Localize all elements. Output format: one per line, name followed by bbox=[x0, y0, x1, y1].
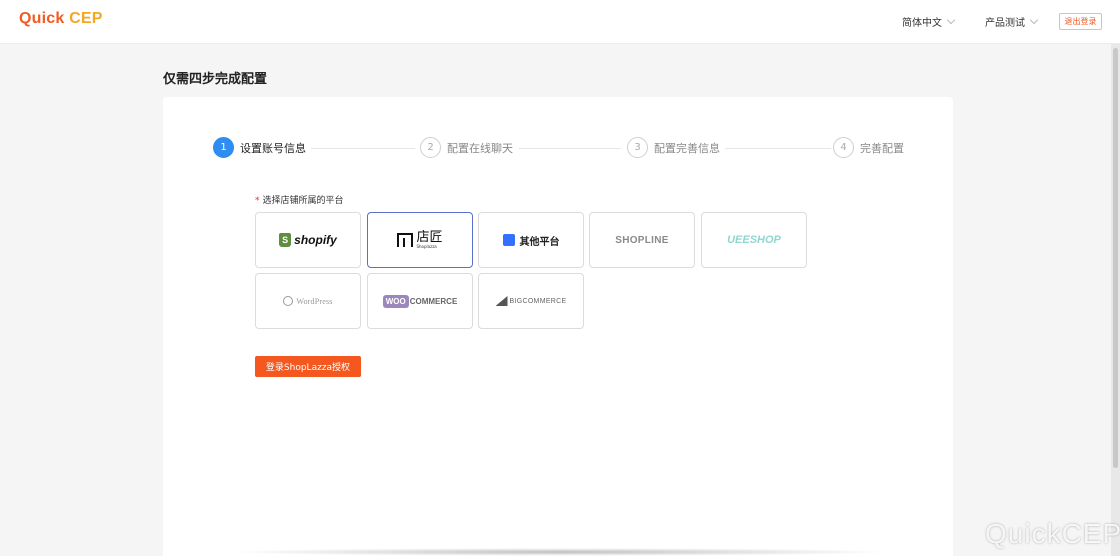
step-3: 3 配置完善信息 bbox=[627, 137, 720, 158]
platform-name: 店匠 bbox=[416, 230, 443, 245]
chevron-down-icon bbox=[946, 15, 956, 25]
page-title: 仅需四步完成配置 bbox=[163, 72, 268, 87]
platform-option-woocommerce[interactable]: WOO COMMERCE bbox=[367, 273, 473, 329]
top-header: Quick CEP 简体中文 产品测试 退出登录 bbox=[0, 0, 1120, 44]
language-selector[interactable]: 简体中文 bbox=[902, 14, 956, 29]
platform-option-bigcommerce[interactable]: BIGCOMMERCE bbox=[478, 273, 584, 329]
logo-prefix: Quick bbox=[19, 10, 65, 27]
step-number: 1 bbox=[213, 137, 234, 158]
platform-name: 其他平台 bbox=[519, 236, 560, 248]
chevron-down-icon bbox=[1029, 15, 1039, 25]
platform-option-shopify[interactable]: S shopify bbox=[255, 212, 361, 268]
logo-suffix: CEP bbox=[69, 10, 103, 27]
step-label: 配置完善信息 bbox=[654, 141, 720, 155]
bigcommerce-icon bbox=[495, 296, 508, 306]
required-mark: * bbox=[255, 196, 260, 206]
step-label: 配置在线聊天 bbox=[447, 141, 513, 155]
platform-name: shopify bbox=[294, 233, 337, 247]
step-number: 4 bbox=[833, 137, 854, 158]
watermark: QuickCEP bbox=[985, 518, 1120, 549]
platform-label-text: 选择店铺所属的平台 bbox=[262, 196, 344, 206]
shoplazza-logo-icon bbox=[397, 233, 414, 247]
step-2: 2 配置在线聊天 bbox=[420, 137, 513, 158]
step-label: 设置账号信息 bbox=[240, 141, 306, 155]
logout-button[interactable]: 退出登录 bbox=[1059, 13, 1102, 30]
step-connector bbox=[725, 148, 831, 149]
quickcep-logo[interactable]: Quick CEP bbox=[19, 10, 103, 28]
platform-option-shopline[interactable]: SHOPLINE bbox=[589, 212, 695, 268]
step-number: 3 bbox=[627, 137, 648, 158]
platform-name: UEESHOP bbox=[727, 234, 781, 246]
platform-option-shoplazza[interactable]: 店匠 Shoplazza bbox=[367, 212, 473, 268]
step-1: 1 设置账号信息 bbox=[213, 137, 306, 158]
platform-name-en: Shoplazza bbox=[416, 244, 437, 249]
platform-name: SHOPLINE bbox=[615, 234, 669, 246]
account-menu[interactable]: 产品测试 bbox=[985, 14, 1039, 29]
shopify-bag-icon: S bbox=[279, 233, 292, 247]
platform-field-label: * 选择店铺所属的平台 bbox=[255, 193, 344, 206]
step-progress: 1 设置账号信息 2 配置在线聊天 3 配置完善信息 4 完善配置 bbox=[213, 137, 904, 159]
platform-name-part: WOO bbox=[382, 294, 409, 308]
shoplazza-auth-button[interactable]: 登录ShopLazza授权 bbox=[255, 356, 361, 377]
account-label: 产品测试 bbox=[985, 18, 1025, 29]
platform-option-ueeshop[interactable]: UEESHOP bbox=[701, 212, 807, 268]
platform-option-wordpress[interactable]: WordPress bbox=[255, 273, 361, 329]
shopping-bag-icon bbox=[502, 234, 515, 246]
language-label: 简体中文 bbox=[902, 18, 942, 29]
bottom-shadow bbox=[225, 548, 895, 556]
platform-name-part: COMMERCE bbox=[409, 296, 458, 306]
step-label: 完善配置 bbox=[860, 141, 904, 155]
step-4: 4 完善配置 bbox=[833, 137, 904, 158]
step-connector bbox=[311, 148, 415, 149]
step-connector bbox=[519, 148, 621, 149]
platform-option-other[interactable]: 其他平台 bbox=[478, 212, 584, 268]
wordpress-icon bbox=[283, 296, 294, 306]
step-number: 2 bbox=[420, 137, 441, 158]
platform-name: BIGCOMMERCE bbox=[509, 297, 567, 305]
scrollbar-thumb[interactable] bbox=[1113, 48, 1118, 468]
platform-name: WordPress bbox=[296, 296, 333, 306]
